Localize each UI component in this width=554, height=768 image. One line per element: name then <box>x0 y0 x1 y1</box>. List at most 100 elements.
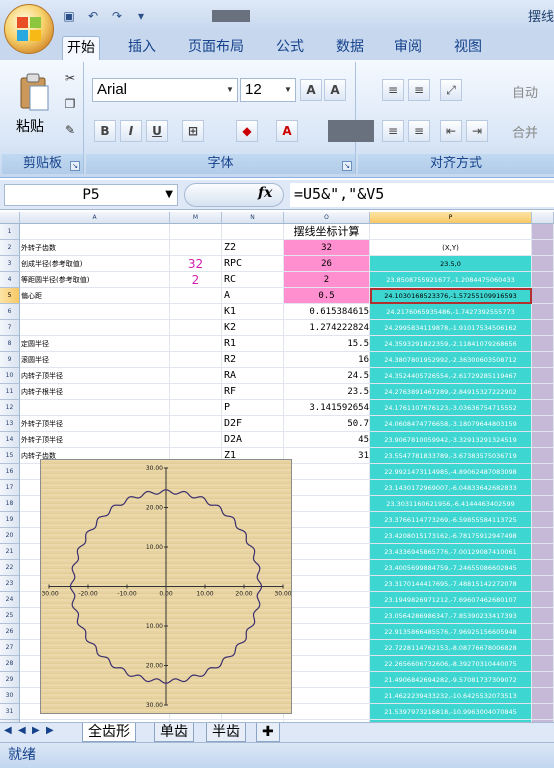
next-sheet-icon[interactable]: ▶ <box>32 725 42 736</box>
row-header[interactable]: 20 <box>0 528 20 544</box>
cell-q[interactable] <box>532 704 554 720</box>
cell-p[interactable]: 23.4336945865776,-7.00129087410061 <box>370 544 532 560</box>
cell-p[interactable]: 24.3524405726554,-2.61729285119467 <box>370 368 532 384</box>
cell-p[interactable]: 21.5397973216818,-10.9963004070845 <box>370 704 532 720</box>
last-sheet-icon[interactable]: ▶ <box>46 725 56 736</box>
row-header[interactable]: 3 <box>0 256 20 272</box>
increase-indent-icon[interactable]: ⇥ <box>466 120 488 142</box>
cell-q[interactable] <box>532 256 554 272</box>
cell-q[interactable] <box>532 464 554 480</box>
row-header[interactable]: 17 <box>0 480 20 496</box>
cell-q[interactable] <box>532 480 554 496</box>
font-color-icon[interactable]: A <box>276 120 298 142</box>
align-center-icon[interactable]: ≡ <box>382 120 404 142</box>
cell-o[interactable]: 16 <box>284 352 370 368</box>
cell-a[interactable]: 创成半径(参考取值) <box>20 256 170 272</box>
cell-n[interactable]: D2F <box>222 416 284 432</box>
cell-p[interactable]: (X,Y) <box>370 240 532 256</box>
cell-n[interactable]: RPC <box>222 256 284 272</box>
row-header[interactable]: 9 <box>0 352 20 368</box>
cell-o[interactable]: 24.5 <box>284 368 370 384</box>
row-header[interactable]: 26 <box>0 624 20 640</box>
grow-font-icon[interactable]: A <box>300 79 322 101</box>
cell-q[interactable] <box>532 592 554 608</box>
orientation-icon[interactable]: ⤢ <box>440 79 462 101</box>
cell-m[interactable] <box>170 304 222 320</box>
cell-p[interactable]: 24.3593291822359,-2.11841079268656 <box>370 336 532 352</box>
cell-o[interactable]: 45 <box>284 432 370 448</box>
row-header[interactable]: 25 <box>0 608 20 624</box>
sheet-tab-single[interactable]: 单齿 <box>154 723 194 742</box>
cell-m[interactable] <box>170 240 222 256</box>
cell-m[interactable] <box>170 224 222 240</box>
cell-p[interactable]: 22.9921473114985,-4.89062487083098 <box>370 464 532 480</box>
cell-q[interactable] <box>532 416 554 432</box>
row-header[interactable]: 22 <box>0 560 20 576</box>
cell-n[interactable]: P <box>222 400 284 416</box>
prev-sheet-icon[interactable]: ◀ <box>18 725 28 736</box>
column-header-o[interactable]: O <box>284 212 370 224</box>
cell-o[interactable] <box>284 544 370 560</box>
cell-q[interactable] <box>532 640 554 656</box>
cell-p[interactable]: 23.4005699884759,-7.24655086602845 <box>370 560 532 576</box>
row-header[interactable]: 29 <box>0 672 20 688</box>
undo-icon[interactable]: ↶ <box>84 8 102 24</box>
cell-m[interactable] <box>170 400 222 416</box>
column-header-q[interactable] <box>532 212 554 224</box>
tab-formulas[interactable]: 公式 <box>272 36 308 60</box>
align-right-icon[interactable]: ≡ <box>408 120 430 142</box>
cell-n[interactable]: RF <box>222 384 284 400</box>
row-header[interactable]: 27 <box>0 640 20 656</box>
cell-q[interactable] <box>532 560 554 576</box>
cell-o[interactable] <box>284 576 370 592</box>
cell-a[interactable] <box>20 304 170 320</box>
row-header[interactable]: 11 <box>0 384 20 400</box>
cell-a[interactable]: 内转子根半径 <box>20 384 170 400</box>
cell-p[interactable]: 23.3766114773269,-6.59855584113725 <box>370 512 532 528</box>
cell-p[interactable]: 23.8508755921677,-1.2084475060433 <box>370 272 532 288</box>
cell-a[interactable]: 外转子顶半径 <box>20 432 170 448</box>
underline-button[interactable]: U <box>146 120 168 142</box>
row-header[interactable]: 16 <box>0 464 20 480</box>
cell-q[interactable] <box>532 320 554 336</box>
first-sheet-icon[interactable]: ◀ <box>4 725 14 736</box>
row-header[interactable]: 5 <box>0 288 20 304</box>
cell-o[interactable] <box>284 480 370 496</box>
cell-a[interactable]: 外转子顶半径 <box>20 416 170 432</box>
cell-o[interactable] <box>284 512 370 528</box>
insert-function-icon[interactable]: fx <box>258 185 272 201</box>
worksheet-grid[interactable]: A M N O P 1 摆线坐标计算 2 外转子齿数 Z2 32 (X,Y) 3 创成半径(参考… <box>0 212 554 722</box>
bold-button[interactable]: B <box>94 120 116 142</box>
cell-p[interactable]: 23.5,0 <box>370 256 532 272</box>
cell-m[interactable] <box>170 384 222 400</box>
row-header[interactable]: 31 <box>0 704 20 720</box>
tab-page-layout[interactable]: 页面布局 <box>184 36 248 60</box>
cell-p[interactable]: 23.5547781833789,-3.67383575036719 <box>370 448 532 464</box>
cell-q[interactable] <box>532 304 554 320</box>
cell-q[interactable] <box>532 576 554 592</box>
fill-color-icon[interactable]: ◆ <box>236 120 258 142</box>
cell-a[interactable]: 定圆半径 <box>20 336 170 352</box>
cell-m[interactable] <box>170 432 222 448</box>
cell-q[interactable] <box>532 512 554 528</box>
cut-icon[interactable]: ✂ <box>62 70 78 86</box>
chevron-down-icon[interactable]: ▼ <box>165 185 173 205</box>
cell-o[interactable] <box>284 592 370 608</box>
cell-p[interactable]: 24.2763891467289,-2.84915327222902 <box>370 384 532 400</box>
cell-o[interactable] <box>284 656 370 672</box>
cell-o[interactable]: 摆线坐标计算 <box>284 224 370 240</box>
row-header[interactable]: 14 <box>0 432 20 448</box>
save-icon[interactable]: ▣ <box>60 8 78 24</box>
sheet-tab-half[interactable]: 半齿 <box>206 723 246 742</box>
cell-n[interactable]: D2A <box>222 432 284 448</box>
cell-q[interactable] <box>532 432 554 448</box>
cell-p[interactable]: 24.1761107676123,-3.03636754715552 <box>370 400 532 416</box>
cell-a[interactable] <box>20 320 170 336</box>
cell-n[interactable]: Z2 <box>222 240 284 256</box>
cell-q[interactable] <box>532 288 554 304</box>
paste-icon[interactable] <box>18 72 52 112</box>
format-painter-icon[interactable]: ✎ <box>62 122 78 138</box>
chevron-down-icon[interactable]: ▼ <box>224 80 236 100</box>
cell-o[interactable]: 0.615384615 <box>284 304 370 320</box>
row-header[interactable]: 10 <box>0 368 20 384</box>
